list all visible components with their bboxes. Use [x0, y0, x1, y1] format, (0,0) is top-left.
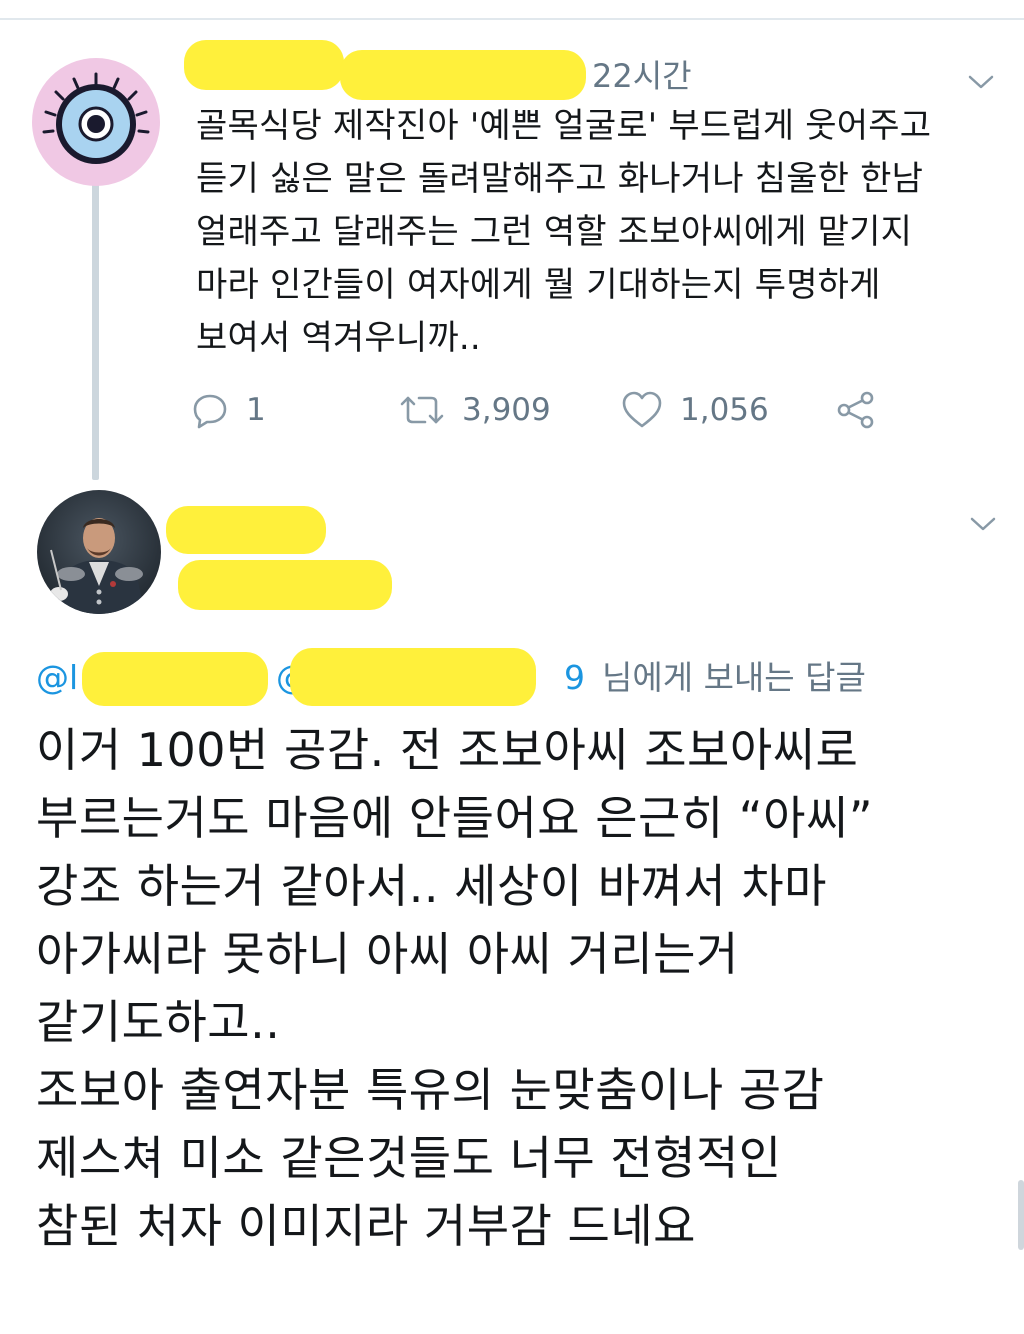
retweet-count: 3,909	[462, 392, 551, 428]
retweet-button[interactable]: 3,909	[398, 386, 551, 434]
scrollbar[interactable]	[1018, 1180, 1024, 1250]
avatar[interactable]	[30, 56, 162, 188]
tweet-menu-chevron[interactable]	[966, 72, 996, 92]
reply-button[interactable]: 1	[190, 386, 266, 434]
redacted-handle	[178, 560, 392, 610]
portrait-avatar-icon	[37, 490, 161, 614]
reply-count: 1	[246, 392, 266, 428]
heart-icon	[622, 391, 662, 428]
avatar[interactable]	[37, 490, 161, 614]
tweet-timestamp[interactable]: 22시간	[592, 56, 692, 96]
redacted-display-name	[184, 40, 344, 90]
reply-to-handle-tail[interactable]: 9	[564, 654, 585, 702]
reply-to-suffix: 님에게 보내는 답글	[602, 658, 866, 697]
share-icon	[837, 391, 874, 429]
chevron-down-icon	[970, 517, 996, 531]
chevron-down-icon	[968, 75, 994, 89]
tweet-text: 골목식당 제작진아 '예쁜 얼굴로' 부드럽게 웃어주고 듣기 싫은 말은 돌려…	[196, 106, 932, 358]
top-divider	[0, 18, 1024, 20]
tweet-menu-chevron[interactable]	[968, 514, 998, 534]
redacted-display-name	[166, 506, 326, 554]
retweet-icon	[400, 396, 444, 424]
twitter-thread-screenshot: 22시간 골목식당 제작진아 '예쁜 얼굴로' 부드럽게 웃어주고 듣기 싫은 …	[0, 0, 1024, 1334]
share-button[interactable]	[834, 386, 878, 434]
tweet-action-bar: 1 3,909 1,056	[0, 386, 1024, 434]
like-button[interactable]: 1,056	[620, 386, 769, 434]
reply-icon	[193, 394, 227, 429]
like-count: 1,056	[680, 392, 769, 428]
reply-tweet-text: 이거 100번 공감. 전 조보아씨 조보아씨로 부르는거도 마음에 안들어요 …	[36, 723, 874, 1253]
eye-avatar-icon	[32, 58, 160, 186]
reply-to-handle-link[interactable]: @l	[36, 654, 78, 702]
redacted-reply-handle	[290, 648, 536, 706]
redacted-handle	[340, 50, 586, 100]
redacted-reply-handle	[82, 652, 268, 706]
